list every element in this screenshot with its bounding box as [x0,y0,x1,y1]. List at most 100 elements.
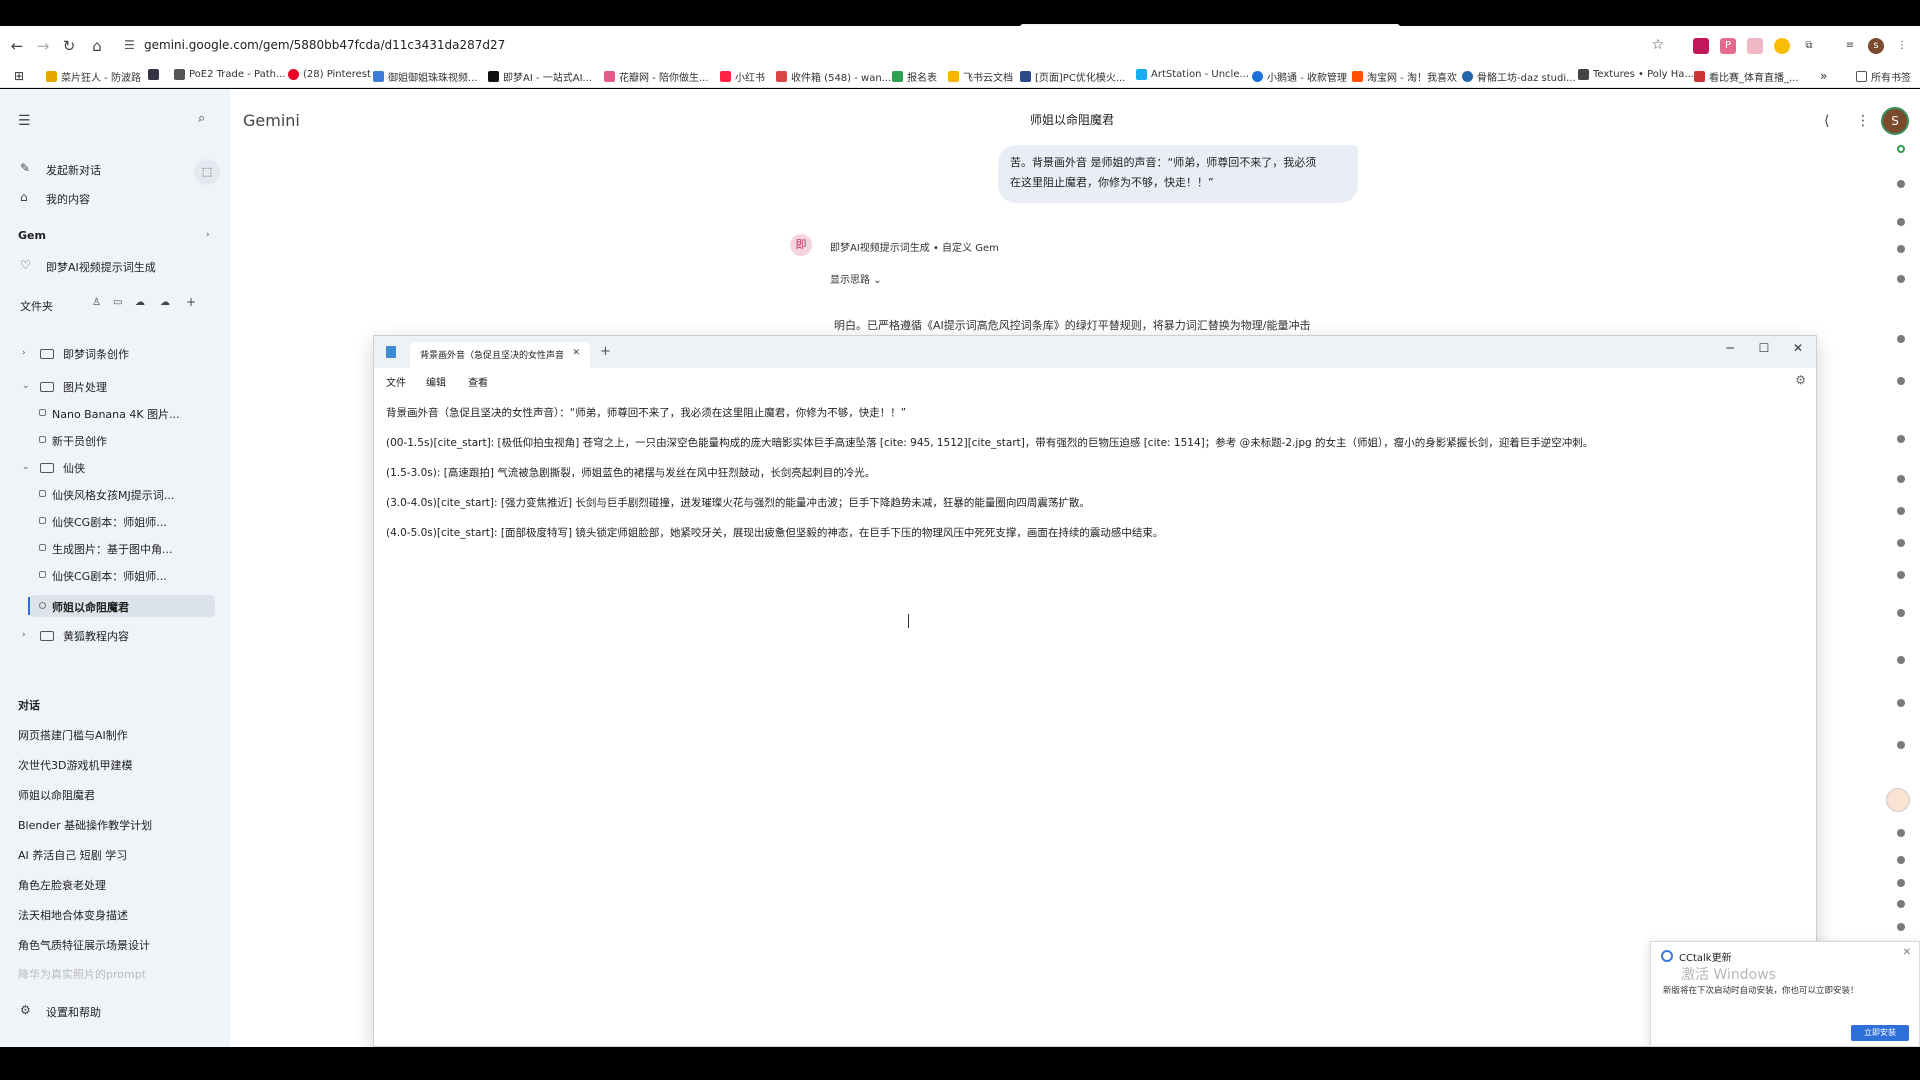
rail-dot[interactable] [1897,879,1905,887]
notepad-tab[interactable]: 背景画外音（急促且坚决的女性声音 ✕ [410,342,590,368]
chat-item[interactable]: AI 养活自己 短剧 学习 [18,847,127,863]
close-window-icon[interactable]: ✕ [1788,341,1808,355]
new-tab-icon[interactable]: + [600,344,611,359]
folder-icon[interactable]: ▭ [113,297,122,308]
new-chat-button[interactable]: 发起新对话 [46,162,101,178]
chevron-right-icon[interactable]: › [206,230,210,240]
bookmark[interactable]: 菜片狂人 - 防波路 [46,69,141,84]
apps-grid-icon[interactable]: ⊞ [14,69,24,83]
chat-item[interactable]: 角色左脸衰老处理 [18,877,106,893]
rail-dot[interactable] [1897,275,1905,283]
more-bookmarks-button[interactable]: » [1820,69,1827,83]
temporary-chat-icon[interactable]: ⬚ [194,159,220,185]
bookmark[interactable]: [页面]PC优化模火... [1020,69,1125,84]
my-content-link[interactable]: 我的内容 [46,191,90,207]
home-icon[interactable]: ⌂ [86,35,108,57]
rail-dot[interactable] [1897,507,1905,515]
maximize-icon[interactable]: ☐ [1754,341,1774,355]
chat-item[interactable]: Blender 基础操作教学计划 [18,817,152,833]
person-icon[interactable]: ♙ [92,297,101,308]
tab-search-icon[interactable]: ≡ [1842,38,1858,54]
rail-dot[interactable] [1897,435,1905,443]
folder-chat-item[interactable]: 新干员创作 [52,433,107,449]
more-options-icon[interactable]: ⋮ [1856,113,1870,129]
chat-item[interactable]: 网页搭建门槛与AI制作 [18,727,128,743]
folder-name[interactable]: 图片处理 [63,379,107,395]
bookmark[interactable]: ArtStation - Uncle... [1136,69,1249,80]
bookmark[interactable]: PoE2 Trade - Path... [174,69,286,80]
puzzle-icon[interactable]: ⧉ [1801,38,1817,54]
search-icon[interactable]: ⌕ [198,111,205,126]
share-icon[interactable]: ⟨ [1824,113,1829,129]
all-bookmarks-button[interactable]: 所有书签 [1856,69,1911,84]
reload-icon[interactable]: ↻ [58,35,80,57]
chevron-down-icon[interactable]: ⌄ [22,462,30,472]
extension-icon[interactable]: P [1720,38,1736,54]
folder-chat-item[interactable]: 仙侠CG剧本：师姐师... [52,568,167,584]
menu-file[interactable]: 文件 [386,374,406,389]
bookmark[interactable]: 飞书云文档 [948,69,1013,84]
folder-chat-item-active[interactable]: 师姐以命阻魔君 [52,599,129,615]
bookmark-icon[interactable] [148,69,159,80]
bookmark[interactable]: 报名表 [892,69,937,84]
cloud-upload-icon[interactable]: ☁ [160,297,170,308]
site-info-icon[interactable]: ☰ [124,38,135,52]
bookmark[interactable]: 看比赛_体育直播_... [1694,69,1799,84]
assistant-avatar-icon[interactable] [1886,788,1910,812]
bookmark[interactable]: 御姐御姐珠珠视频... [373,69,478,84]
profile-icon[interactable]: s [1868,38,1884,54]
chat-item[interactable]: 次世代3D游戏机甲建模 [18,757,132,773]
bookmark[interactable]: 小红书 [720,69,765,84]
notepad-text-area[interactable]: 背景画外音（急促且坚决的女性声音）：“师弟，师尊回不来了，我必须在这里阻止魔君，… [386,406,1796,556]
chat-item-faded[interactable]: 降华为真实照片的prompt [18,966,146,982]
chevron-down-icon[interactable]: ⌄ [22,381,30,391]
rail-dot[interactable] [1897,475,1905,483]
rail-dot[interactable] [1897,741,1905,749]
extension-icon[interactable] [1747,38,1763,54]
rail-dot[interactable] [1897,218,1905,226]
rail-dot[interactable] [1897,856,1905,864]
folder-chat-item[interactable]: 仙侠风格女孩MJ提示词... [52,487,174,503]
close-notification-icon[interactable]: ✕ [1903,947,1911,958]
rail-dot[interactable] [1897,539,1905,547]
close-tab-icon[interactable]: ✕ [572,348,580,358]
bookmark[interactable]: 小鹅通 - 收款管理 [1252,69,1347,84]
menu-view[interactable]: 查看 [468,374,488,389]
folder-chat-item[interactable]: 仙侠CG剧本：师姐师... [52,514,167,530]
folder-name[interactable]: 黄狐教程内容 [63,628,129,644]
bookmark[interactable]: 即梦AI - 一站式AI... [488,69,592,84]
settings-gear-icon[interactable]: ⚙ [1795,373,1806,387]
extension-icon[interactable] [1693,38,1709,54]
chevron-right-icon[interactable]: › [22,348,26,358]
chevron-right-icon[interactable]: › [22,630,26,640]
rail-dot[interactable] [1897,656,1905,664]
folder-name[interactable]: 仙侠 [63,460,85,476]
rail-dot[interactable] [1897,571,1905,579]
folder-name[interactable]: 即梦词条创作 [63,346,129,362]
folder-chat-item[interactable]: Nano Banana 4K 图片... [52,406,180,422]
folder-chat-item[interactable]: 生成图片：基于图中角... [52,541,173,557]
gem-item[interactable]: 即梦AI视频提示词生成 [46,259,156,275]
bookmark[interactable]: 骨骼工坊-daz studi... [1462,69,1576,84]
rail-dot[interactable] [1897,377,1905,385]
show-thinking-toggle[interactable]: 显示思路 ⌄ [830,271,882,286]
bookmark[interactable]: 花瓣网 - 陪你做生... [604,69,709,84]
bookmark[interactable]: 淘宝网 - 淘！我喜欢 [1352,69,1457,84]
rail-dot[interactable] [1897,829,1905,837]
menu-edit[interactable]: 编辑 [426,374,446,389]
back-icon[interactable]: ← [6,35,28,57]
chat-item[interactable]: 角色气质特征展示场景设计 [18,937,150,953]
rail-dot[interactable] [1897,923,1905,931]
add-icon[interactable]: + [186,295,196,309]
extension-icon[interactable] [1774,38,1790,54]
bookmark-star-icon[interactable]: ☆ [1651,37,1664,53]
settings-help-link[interactable]: 设置和帮助 [46,1004,101,1020]
menu-dots-icon[interactable]: ⋮ [1894,38,1910,54]
rail-dot[interactable] [1897,900,1905,908]
cloud-icon[interactable]: ☁ [135,297,145,308]
chat-item[interactable]: 法天相地合体变身描述 [18,907,128,923]
rail-dot[interactable] [1897,609,1905,617]
chat-item[interactable]: 师姐以命阻魔君 [18,787,95,803]
rail-indicator-icon[interactable] [1897,145,1905,153]
minimize-icon[interactable]: ─ [1720,341,1740,355]
